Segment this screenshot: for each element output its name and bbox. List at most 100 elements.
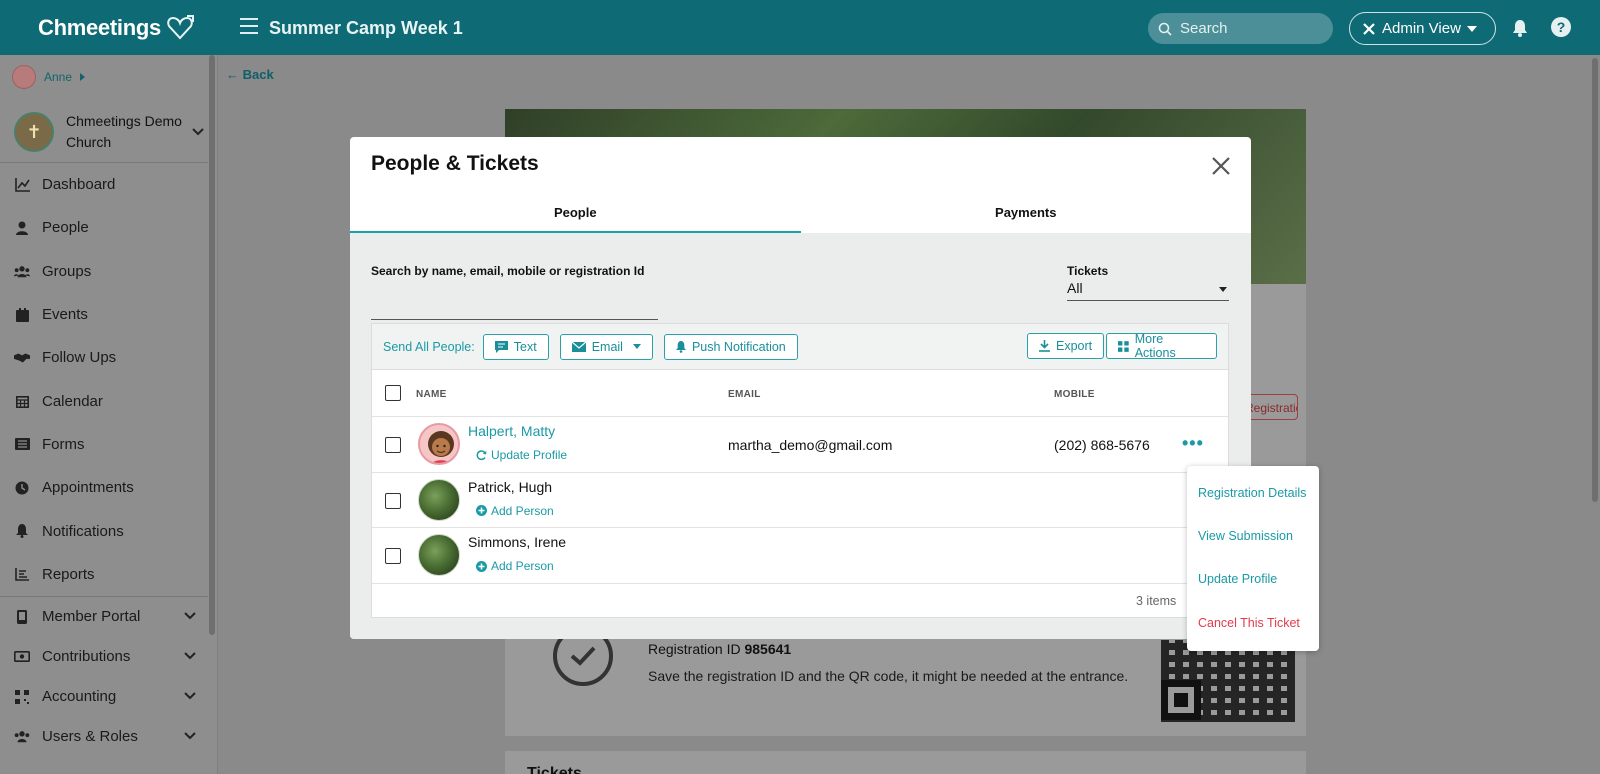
sidebar-scrollbar[interactable]: [209, 55, 215, 635]
clock-icon: [14, 480, 30, 496]
sidebar-item-people[interactable]: People: [0, 206, 208, 249]
sidebar-item-groups[interactable]: Groups: [0, 250, 208, 293]
sidebar-item-label: Dashboard: [42, 176, 116, 194]
menu-item-registration-details[interactable]: Registration Details: [1198, 486, 1306, 500]
add-person-link[interactable]: Add Person: [476, 559, 554, 573]
tab-payments[interactable]: Payments: [801, 195, 1252, 233]
global-search[interactable]: [1148, 13, 1333, 44]
menu-item-update-profile[interactable]: Update Profile: [1198, 572, 1277, 586]
sidebar-item-label: Member Portal: [42, 608, 141, 626]
bell-icon[interactable]: [1512, 19, 1528, 37]
add-person-link[interactable]: Add Person: [476, 504, 554, 518]
grid-icon: [1118, 340, 1129, 352]
mobile-icon: [14, 609, 30, 625]
church-switcher[interactable]: ✝ Chmeetings Demo Church: [14, 111, 204, 153]
more-actions-label: More Actions: [1134, 332, 1176, 360]
row-checkbox[interactable]: [385, 548, 401, 564]
sidebar-item-forms[interactable]: Forms: [0, 423, 208, 466]
send-text-button[interactable]: Text: [482, 333, 549, 360]
send-email-button[interactable]: Email: [559, 333, 653, 360]
app-logo[interactable]: Chmeetings: [38, 14, 195, 42]
registration-id-label: Registration ID: [648, 641, 741, 657]
more-horizontal-icon[interactable]: •••: [1182, 433, 1204, 454]
sidebar-item-label: Users & Roles: [42, 728, 138, 746]
sidebar-item-reports[interactable]: Reports: [0, 553, 208, 596]
admin-view-label: Admin View: [1382, 20, 1461, 37]
search-input[interactable]: [1180, 20, 1320, 37]
send-text-label: Text: [513, 339, 537, 354]
modal-body: Search by name, email, mobile or registr…: [350, 233, 1251, 639]
menu-item-cancel-ticket[interactable]: Cancel This Ticket: [1198, 616, 1300, 630]
search-label: Search by name, email, mobile or registr…: [371, 264, 645, 278]
chevron-down-icon: [184, 652, 196, 660]
grid-icon: [14, 689, 30, 705]
sidebar-item-label: People: [42, 219, 89, 237]
table-row: Patrick, Hugh Add Person: [372, 473, 1228, 528]
church-logo: ✝: [14, 112, 54, 152]
sidebar-item-notifications[interactable]: Notifications: [0, 509, 208, 552]
page-scrollbar[interactable]: [1592, 58, 1598, 502]
column-mobile[interactable]: MOBILE: [1054, 389, 1095, 400]
sidebar-item-label: Reports: [42, 565, 95, 583]
sidebar-groups: Member Portal Contributions Accounting U…: [0, 597, 208, 757]
table-toolbar: Send All People: Text Email Push Notific…: [372, 324, 1228, 370]
person-name-link[interactable]: Halpert, Matty: [468, 423, 555, 439]
update-profile-label: Update Profile: [491, 448, 568, 462]
tickets-filter-label: Tickets: [1067, 264, 1109, 278]
sidebar-item-accounting[interactable]: Accounting: [0, 677, 208, 717]
row-checkbox[interactable]: [385, 492, 401, 509]
add-person-label: Add Person: [491, 503, 554, 518]
back-link[interactable]: ← Back: [226, 67, 274, 82]
people-search-input[interactable]: [371, 300, 658, 318]
user-name: Anne: [44, 70, 73, 84]
column-email[interactable]: EMAIL: [728, 389, 761, 400]
sidebar-item-label: Follow Ups: [42, 349, 117, 367]
sidebar-item-appointments[interactable]: Appointments: [0, 466, 208, 509]
user-menu[interactable]: Anne: [12, 65, 86, 89]
sidebar-item-events[interactable]: Events: [0, 293, 208, 336]
person-icon: [14, 220, 30, 236]
more-actions-button[interactable]: More Actions: [1106, 332, 1217, 360]
caret-down-icon: [1466, 25, 1477, 32]
people-tickets-modal: People & Tickets People Payments Search …: [350, 137, 1251, 639]
admin-view-button[interactable]: Admin View: [1349, 12, 1496, 45]
sidebar-item-follow-ups[interactable]: Follow Ups: [0, 336, 208, 379]
menu-icon[interactable]: [240, 18, 258, 34]
tickets-filter-select[interactable]: All: [1067, 277, 1229, 301]
avatar: [418, 423, 460, 465]
chevron-down-icon: [184, 692, 196, 700]
sidebar: Anne ✝ Chmeetings Demo Church Dashboard …: [0, 55, 218, 774]
send-all-label: Send All People:: [383, 339, 475, 354]
push-notification-button[interactable]: Push Notification: [663, 333, 798, 360]
sidebar-item-label: Groups: [42, 262, 92, 280]
sidebar-item-label: Forms: [42, 435, 85, 453]
tickets-heading: Tickets: [527, 765, 582, 774]
select-all-checkbox[interactable]: [385, 385, 401, 401]
event-title: Summer Camp Week 1: [269, 18, 463, 38]
row-checkbox[interactable]: [385, 437, 401, 453]
column-name[interactable]: NAME: [416, 389, 447, 400]
search-icon: [1158, 22, 1172, 36]
sidebar-item-contributions[interactable]: Contributions: [0, 637, 208, 677]
caret-down-icon: [632, 344, 641, 349]
export-button[interactable]: Export: [1027, 333, 1105, 359]
sidebar-item-calendar[interactable]: Calendar: [0, 379, 208, 422]
people-search-field[interactable]: [371, 300, 658, 320]
help-icon[interactable]: ?: [1551, 17, 1571, 37]
sidebar-item-dashboard[interactable]: Dashboard: [0, 163, 208, 206]
sidebar-item-member-portal[interactable]: Member Portal: [0, 597, 208, 637]
envelope-icon: [571, 341, 586, 352]
avatar: [418, 534, 460, 576]
row-actions-menu: Registration Details View Submission Upd…: [1187, 466, 1319, 651]
update-profile-link[interactable]: Update Profile: [476, 448, 567, 462]
menu-item-view-submission[interactable]: View Submission: [1198, 529, 1293, 543]
avatar: [418, 478, 460, 521]
people-table: Send All People: Text Email Push Notific…: [371, 323, 1229, 618]
chevron-down-icon: [192, 128, 204, 136]
money-icon: [14, 649, 30, 665]
handshake-icon: [14, 350, 30, 366]
close-icon[interactable]: [1209, 154, 1233, 178]
tab-people[interactable]: People: [350, 195, 801, 233]
sidebar-item-users-roles[interactable]: Users & Roles: [0, 717, 208, 757]
items-count: 3 items: [1136, 594, 1177, 608]
